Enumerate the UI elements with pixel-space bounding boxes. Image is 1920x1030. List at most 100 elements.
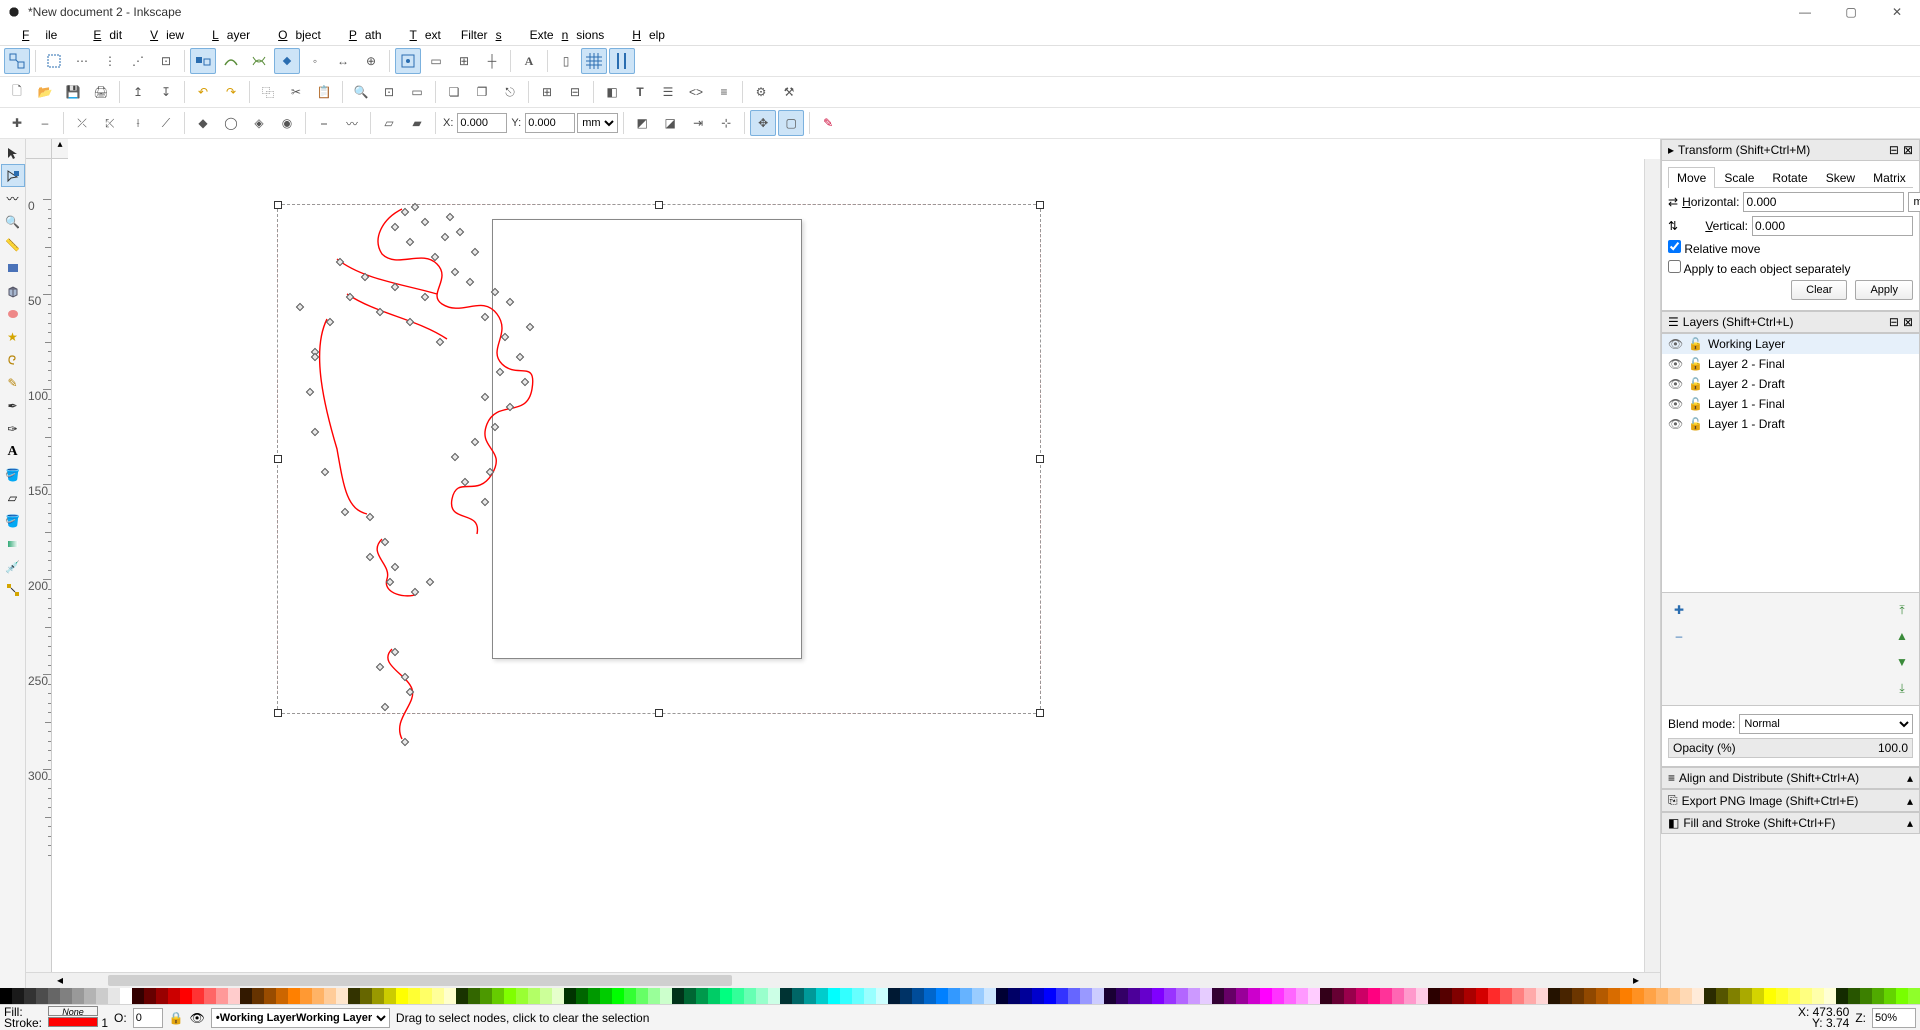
text-tool-icon[interactable]: A bbox=[1, 440, 25, 463]
fill-tool-icon[interactable]: 🪣 bbox=[1, 509, 25, 532]
color-swatch[interactable] bbox=[1632, 988, 1644, 1004]
menu-file[interactable]: File bbox=[6, 26, 73, 44]
snap-bbox-icon[interactable] bbox=[41, 48, 67, 74]
align-panel-title[interactable]: ≡Align and Distribute (Shift+Ctrl+A)▴ bbox=[1661, 767, 1920, 789]
color-swatch[interactable] bbox=[468, 988, 480, 1004]
opacity-input[interactable] bbox=[133, 1008, 163, 1028]
panel-min-icon[interactable]: ⊟ bbox=[1889, 143, 1899, 157]
color-swatch[interactable] bbox=[1476, 988, 1488, 1004]
unit-select[interactable]: mm bbox=[577, 113, 618, 133]
copy-icon[interactable]: ⿻ bbox=[255, 79, 281, 105]
add-layer-icon[interactable]: ✚ bbox=[1666, 597, 1692, 623]
relative-checkbox[interactable] bbox=[1668, 240, 1681, 253]
handle-s[interactable] bbox=[655, 709, 663, 717]
color-swatch[interactable] bbox=[1716, 988, 1728, 1004]
snap-other-icon[interactable] bbox=[395, 48, 421, 74]
color-swatch[interactable] bbox=[96, 988, 108, 1004]
color-swatch[interactable] bbox=[996, 988, 1008, 1004]
color-swatch[interactable] bbox=[1596, 988, 1608, 1004]
apply-button[interactable]: Apply bbox=[1855, 280, 1913, 300]
color-swatch[interactable] bbox=[504, 988, 516, 1004]
color-swatch[interactable] bbox=[108, 988, 120, 1004]
color-swatch[interactable] bbox=[1644, 988, 1656, 1004]
panel-close-icon[interactable]: ⊠ bbox=[1903, 315, 1913, 329]
menu-edit[interactable]: Edit bbox=[77, 26, 130, 44]
box3d-tool-icon[interactable] bbox=[1, 279, 25, 302]
visibility-icon[interactable]: 👁 bbox=[1668, 397, 1682, 411]
lock-icon[interactable]: 🔓 bbox=[1688, 357, 1702, 371]
color-swatch[interactable] bbox=[36, 988, 48, 1004]
menu-view[interactable]: View bbox=[134, 26, 192, 44]
paste-icon[interactable]: 📋 bbox=[311, 79, 337, 105]
color-swatch[interactable] bbox=[1164, 988, 1176, 1004]
show-transform-icon[interactable]: ✥ bbox=[750, 110, 776, 136]
color-swatch[interactable] bbox=[1836, 988, 1848, 1004]
layer-up-icon[interactable]: ▲ bbox=[1889, 623, 1915, 649]
color-swatch[interactable] bbox=[1572, 988, 1584, 1004]
mask-edit-icon[interactable]: ◪ bbox=[657, 110, 683, 136]
next-lpe-icon[interactable]: ⇥ bbox=[685, 110, 711, 136]
layers-icon[interactable]: ☰ bbox=[655, 79, 681, 105]
color-swatch[interactable] bbox=[1140, 988, 1152, 1004]
stroke-to-path-icon[interactable]: ▰ bbox=[404, 110, 430, 136]
color-swatch[interactable] bbox=[1500, 988, 1512, 1004]
color-swatch[interactable] bbox=[1332, 988, 1344, 1004]
close-button[interactable]: ✕ bbox=[1874, 0, 1920, 24]
color-swatch[interactable] bbox=[540, 988, 552, 1004]
color-swatch[interactable] bbox=[1344, 988, 1356, 1004]
color-swatch[interactable] bbox=[516, 988, 528, 1004]
eye-icon[interactable]: 👁 bbox=[190, 1011, 205, 1025]
layer-row[interactable]: 👁🔓Layer 2 - Final bbox=[1662, 354, 1919, 374]
smooth-node-icon[interactable]: ◯ bbox=[218, 110, 244, 136]
color-swatch[interactable] bbox=[432, 988, 444, 1004]
docprops-icon[interactable]: ⚒ bbox=[776, 79, 802, 105]
color-swatch[interactable] bbox=[1848, 988, 1860, 1004]
clone-icon[interactable]: ❐ bbox=[469, 79, 495, 105]
spiral-tool-icon[interactable] bbox=[1, 348, 25, 371]
snap-page-border-icon[interactable]: ▯ bbox=[553, 48, 579, 74]
color-swatch[interactable] bbox=[912, 988, 924, 1004]
minimize-button[interactable]: — bbox=[1782, 0, 1828, 24]
auto-node-icon[interactable]: ◉ bbox=[274, 110, 300, 136]
color-swatch[interactable] bbox=[984, 988, 996, 1004]
ungroup-icon[interactable]: ⊟ bbox=[562, 79, 588, 105]
snap-bbox-mid-icon[interactable]: ⋰ bbox=[125, 48, 151, 74]
color-swatch[interactable] bbox=[636, 988, 648, 1004]
color-swatch[interactable] bbox=[792, 988, 804, 1004]
color-swatch[interactable] bbox=[576, 988, 588, 1004]
color-swatch[interactable] bbox=[1488, 988, 1500, 1004]
selector-tool-icon[interactable] bbox=[1, 141, 25, 164]
color-swatch[interactable] bbox=[1764, 988, 1776, 1004]
rect-tool-icon[interactable] bbox=[1, 256, 25, 279]
color-swatch[interactable] bbox=[564, 988, 576, 1004]
color-swatch[interactable] bbox=[384, 988, 396, 1004]
color-swatch[interactable] bbox=[744, 988, 756, 1004]
color-swatch[interactable] bbox=[936, 988, 948, 1004]
status-layer-select[interactable]: •Working LayerWorking Layer bbox=[211, 1008, 390, 1028]
color-swatch[interactable] bbox=[216, 988, 228, 1004]
color-swatch[interactable] bbox=[1560, 988, 1572, 1004]
color-swatch[interactable] bbox=[48, 988, 60, 1004]
fill-stroke-icon[interactable]: ◧ bbox=[599, 79, 625, 105]
eraser-tool-icon[interactable]: ▱ bbox=[1, 486, 25, 509]
color-swatch[interactable] bbox=[240, 988, 252, 1004]
color-swatch[interactable] bbox=[1812, 988, 1824, 1004]
color-swatch[interactable] bbox=[312, 988, 324, 1004]
color-swatch[interactable] bbox=[1464, 988, 1476, 1004]
color-swatch[interactable] bbox=[60, 988, 72, 1004]
color-swatch[interactable] bbox=[660, 988, 672, 1004]
color-swatch[interactable] bbox=[1092, 988, 1104, 1004]
lock-icon[interactable]: 🔓 bbox=[1688, 337, 1702, 351]
status-stroke-swatch[interactable] bbox=[48, 1017, 98, 1027]
color-swatch[interactable] bbox=[72, 988, 84, 1004]
x-input[interactable] bbox=[457, 113, 507, 133]
color-swatch[interactable] bbox=[1260, 988, 1272, 1004]
spray-tool-icon[interactable]: 🪣 bbox=[1, 463, 25, 486]
handle-sw[interactable] bbox=[274, 709, 282, 717]
color-swatch[interactable] bbox=[288, 988, 300, 1004]
color-swatch[interactable] bbox=[1728, 988, 1740, 1004]
ruler-scroll-up[interactable]: ▴ bbox=[52, 139, 68, 159]
save-icon[interactable]: 💾 bbox=[60, 79, 86, 105]
snap-smooth-icon[interactable]: ◦ bbox=[302, 48, 328, 74]
color-swatch[interactable] bbox=[480, 988, 492, 1004]
